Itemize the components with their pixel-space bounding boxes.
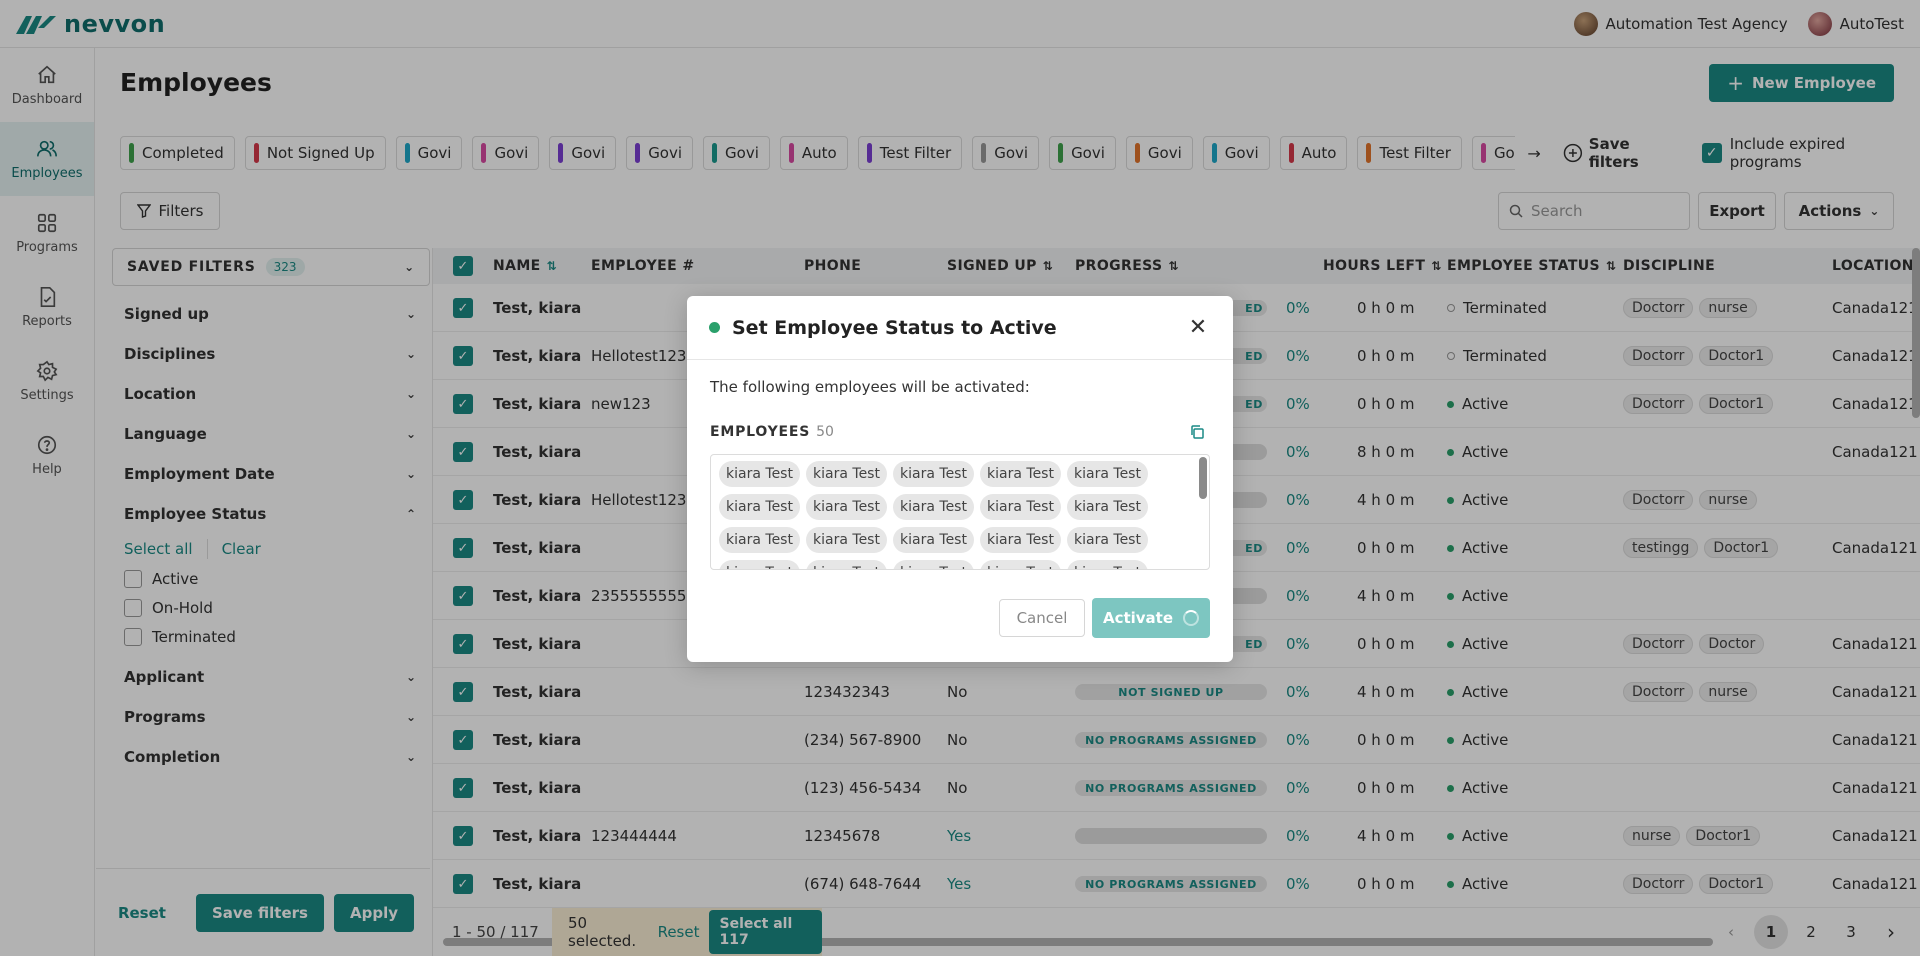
modal-title: Set Employee Status to Active [732,316,1057,339]
employee-chip: kiara Test [719,494,800,520]
employees-label: EMPLOYEES 50 [710,424,834,440]
employee-chip: kiara Test [893,527,974,553]
activate-label: Activate [1102,609,1174,627]
spinner-icon [1183,610,1200,626]
status-dot-icon [709,322,720,333]
activate-status-modal: Set Employee Status to Active ✕ The foll… [687,296,1233,662]
employee-chip: kiara Test [806,527,887,553]
modal-description: The following employees will be activate… [710,378,1030,396]
employee-chip: kiara Test [893,494,974,520]
employee-chip: kiara Test [980,560,1061,569]
employee-chip: kiara Test [1067,494,1148,520]
employee-chip: kiara Test [1067,560,1148,569]
employee-chip: kiara Test [806,461,887,487]
employee-chip: kiara Test [893,560,974,569]
employee-chip: kiara Test [1067,527,1148,553]
employee-chip: kiara Test [806,560,887,569]
employee-chip: kiara Test [893,461,974,487]
close-icon[interactable]: ✕ [1185,314,1211,340]
employee-chip: kiara Test [806,494,887,520]
employee-chip: kiara Test [719,527,800,553]
employee-chip: kiara Test [719,560,800,569]
cancel-button[interactable]: Cancel [999,599,1085,637]
modal-header: Set Employee Status to Active [687,296,1233,360]
employee-chip: kiara Test [980,494,1061,520]
employees-count: 50 [816,424,834,440]
employees-label-text: EMPLOYEES [710,424,811,440]
employee-chip: kiara Test [719,461,800,487]
employee-chip: kiara Test [980,461,1061,487]
employee-names-list[interactable]: kiara Test kiara Test kiara Test kiara Test… [710,454,1210,570]
activate-button[interactable]: Activate [1092,598,1210,638]
employee-chip: kiara Test [980,527,1061,553]
list-scrollbar[interactable] [1199,457,1207,499]
copy-icon[interactable] [1189,424,1205,440]
employee-chip: kiara Test [1067,461,1148,487]
